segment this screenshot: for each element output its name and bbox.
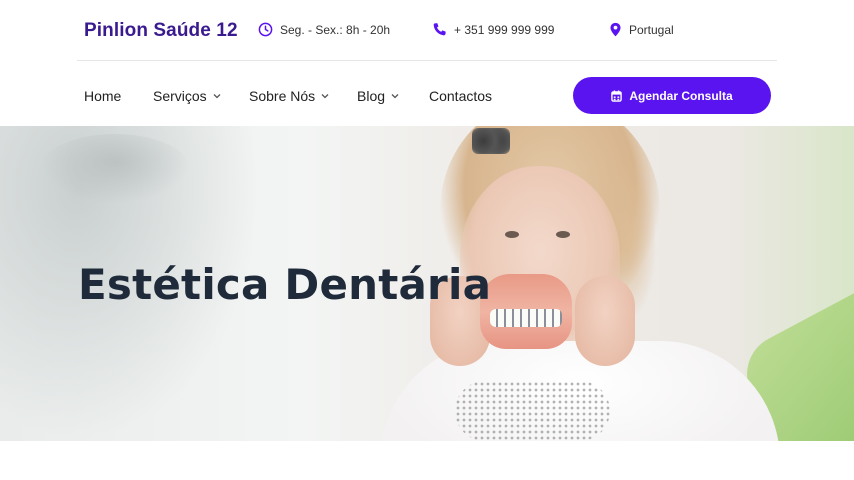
clock-icon — [258, 22, 273, 37]
top-bar: Pinlion Saúde 12 Seg. - Sex.: 8h - 20h +… — [0, 0, 854, 62]
nav-item-sobre-nos[interactable]: Sobre Nós — [249, 88, 329, 104]
opening-hours-text: Seg. - Sex.: 8h - 20h — [280, 22, 391, 37]
girl-hand-right — [575, 276, 635, 366]
shirt-sequin-pattern — [455, 381, 610, 441]
chevron-down-icon — [321, 91, 329, 101]
nav-item-label: Blog — [357, 88, 386, 104]
dental-model-teeth-braces — [490, 309, 562, 327]
map-pin-icon — [610, 22, 621, 37]
header-divider — [77, 60, 777, 61]
hero-banner: Estética Dentária — [0, 126, 854, 441]
nav-item-label: Serviços — [153, 88, 207, 104]
hair-bow-shape — [472, 128, 510, 154]
nav-item-label: Contactos — [429, 88, 493, 104]
nav-item-label: Sobre Nós — [249, 88, 316, 104]
location: Portugal — [609, 22, 674, 37]
dental-lamp-shape — [40, 134, 190, 204]
chevron-down-icon — [213, 91, 221, 101]
nav-item-servicos[interactable]: Serviços — [153, 88, 221, 104]
nav-item-blog[interactable]: Blog — [357, 88, 399, 104]
phone-icon — [433, 23, 446, 36]
phone-number[interactable]: + 351 999 999 999 — [432, 22, 554, 37]
book-appointment-button[interactable]: Agendar Consulta — [573, 77, 771, 114]
opening-hours: Seg. - Sex.: 8h - 20h — [258, 22, 390, 37]
calendar-icon — [611, 90, 623, 102]
girl-eye-right — [556, 231, 570, 238]
location-text: Portugal — [629, 22, 674, 37]
content-area — [0, 441, 854, 480]
phone-number-text: + 351 999 999 999 — [454, 22, 555, 37]
page-title: Estética Dentária — [78, 260, 492, 309]
girl-eye-left — [505, 231, 519, 238]
nav-item-home[interactable]: Home — [84, 88, 121, 104]
nav-item-contactos[interactable]: Contactos — [429, 88, 492, 104]
nav-item-label: Home — [84, 88, 122, 104]
site-logo[interactable]: Pinlion Saúde 12 — [84, 20, 238, 42]
book-appointment-label: Agendar Consulta — [629, 88, 733, 103]
chevron-down-icon — [391, 91, 399, 101]
